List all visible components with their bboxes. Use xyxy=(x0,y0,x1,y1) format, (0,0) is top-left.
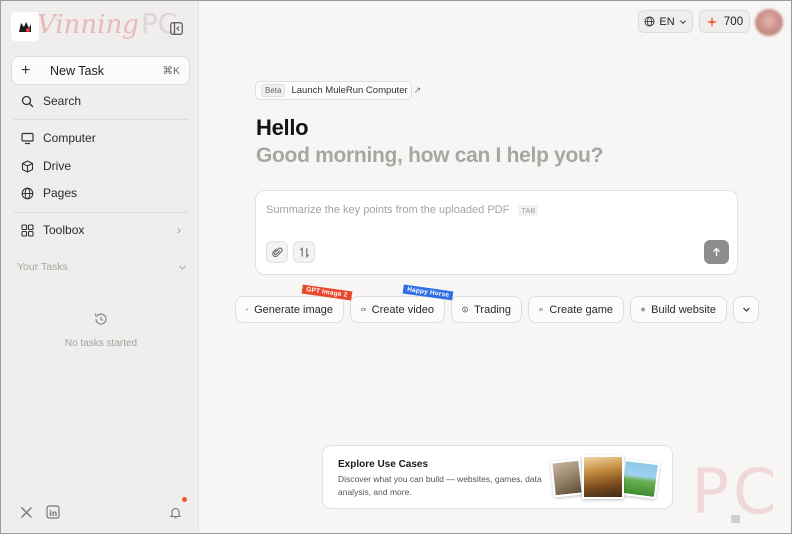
chip-build-website[interactable]: Build website xyxy=(630,296,727,323)
tools-button[interactable] xyxy=(293,241,315,263)
sparkle-icon xyxy=(706,16,718,27)
sidebar-item-label: Pages xyxy=(43,186,78,200)
watermark-dot xyxy=(731,515,740,523)
grid-icon xyxy=(20,223,34,237)
beta-tag: Beta xyxy=(261,84,286,97)
use-case-thumbnail xyxy=(619,458,661,500)
new-task-button[interactable]: + New Task ⌘K xyxy=(11,56,190,85)
image-icon xyxy=(246,308,249,311)
gamepad-icon xyxy=(539,308,544,311)
chip-create-game[interactable]: Create game xyxy=(528,296,624,323)
sidebar-item-toolbox[interactable]: Toolbox › xyxy=(11,218,189,242)
new-task-label: New Task xyxy=(50,63,104,78)
chip-label: Create game xyxy=(549,303,613,316)
your-tasks-section-header[interactable]: Your Tasks xyxy=(17,259,187,275)
sidebar-item-drive[interactable]: Drive xyxy=(11,154,189,178)
paperclip-icon xyxy=(271,247,282,257)
search-icon xyxy=(20,94,34,108)
sidebar-item-label: Drive xyxy=(43,159,72,173)
svg-text:in: in xyxy=(49,509,57,518)
monitor-icon xyxy=(20,131,34,145)
external-arrow-icon: ↗ xyxy=(413,85,422,95)
chip-generate-image[interactable]: Generate image xyxy=(235,296,344,323)
sidebar-item-computer[interactable]: Computer xyxy=(11,126,189,150)
credits-button[interactable]: 700 xyxy=(699,10,750,33)
new-task-shortcut: ⌘K xyxy=(162,64,180,77)
explore-use-cases-card[interactable]: Explore Use Cases Discover what you can … xyxy=(322,445,673,509)
sidebar-collapse-button[interactable] xyxy=(168,20,184,36)
language-label: EN xyxy=(659,15,675,28)
chip-label: Trading xyxy=(474,303,511,316)
language-selector[interactable]: EN xyxy=(638,10,693,33)
user-avatar[interactable] xyxy=(755,9,783,36)
use-case-thumbnail xyxy=(582,455,624,499)
tab-hint: TAB xyxy=(518,204,539,216)
prompt-input[interactable]: Summarize the key points from the upload… xyxy=(266,204,539,216)
use-case-thumbnail xyxy=(550,458,584,498)
prompt-composer[interactable]: Summarize the key points from the upload… xyxy=(255,190,738,275)
notification-dot xyxy=(182,497,187,502)
box-icon xyxy=(20,159,34,173)
chevron-down-icon xyxy=(179,265,186,270)
dollar-icon: $ xyxy=(462,306,468,313)
plus-icon: + xyxy=(21,61,31,79)
history-icon xyxy=(94,313,107,325)
greeting-heading: Good morning, how can I help you? xyxy=(256,144,604,167)
sidebar-item-pages[interactable]: Pages xyxy=(11,181,189,205)
globe-icon xyxy=(20,186,34,200)
linkedin-icon[interactable]: in xyxy=(45,504,61,520)
video-icon xyxy=(361,308,366,311)
sidebar-item-label: Search xyxy=(43,94,82,108)
launch-banner-pill[interactable]: Beta Launch MuleRun Computer ↗ xyxy=(255,81,421,100)
launch-banner-label: Launch MuleRun Computer xyxy=(291,85,408,96)
sidebar-item-label: Computer xyxy=(43,131,96,145)
chip-create-video[interactable]: Create video xyxy=(350,296,445,323)
hello-heading: Hello xyxy=(256,115,309,140)
globe-icon xyxy=(644,16,655,27)
sidebar-toggle-icon xyxy=(169,21,183,35)
explore-description: Discover what you can build — websites, … xyxy=(338,474,542,497)
chevron-right-icon: › xyxy=(177,223,181,237)
app-logo[interactable] xyxy=(11,12,39,41)
arrow-up-icon xyxy=(713,247,720,256)
sidebar: Vinning PC + New Task ⌘K Search Computer … xyxy=(1,1,199,532)
sidebar-divider xyxy=(13,119,189,120)
send-button[interactable] xyxy=(704,240,729,264)
more-chips-button[interactable] xyxy=(733,296,759,323)
empty-state-text: No tasks started xyxy=(64,338,138,349)
prompt-placeholder: Summarize the key points from the upload… xyxy=(266,204,510,216)
chevron-down-icon xyxy=(679,19,686,24)
chip-label: Create video xyxy=(371,303,434,316)
x-icon[interactable] xyxy=(18,504,34,520)
sidebar-divider xyxy=(13,212,189,213)
attach-button[interactable] xyxy=(266,241,288,263)
explore-title: Explore Use Cases xyxy=(338,459,429,470)
chip-trading[interactable]: $ Trading xyxy=(451,296,522,323)
chevron-down-icon xyxy=(742,307,750,312)
bell-icon[interactable] xyxy=(167,504,183,520)
tasks-empty-state: No tasks started xyxy=(2,311,200,349)
logo-watermark: Vinning PC xyxy=(37,7,178,40)
chip-label: Generate image xyxy=(254,303,333,316)
chip-label: Build website xyxy=(651,303,716,316)
globe-icon xyxy=(641,307,645,312)
your-tasks-label: Your Tasks xyxy=(17,261,68,273)
sidebar-item-search[interactable]: Search xyxy=(11,89,189,113)
credits-value: 700 xyxy=(723,15,744,28)
swap-icon xyxy=(299,246,309,258)
sidebar-item-label: Toolbox xyxy=(43,223,85,237)
svg-text:$: $ xyxy=(464,308,466,312)
